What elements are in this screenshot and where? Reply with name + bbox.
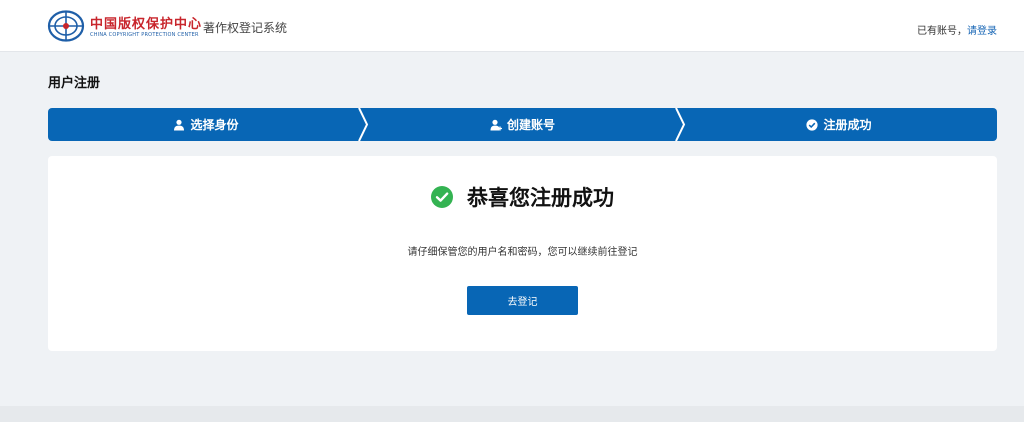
logo-chinese-text: 中国版权保护中心 (90, 17, 203, 32)
footer-band (0, 406, 1024, 422)
user-add-icon (490, 119, 502, 130)
user-icon (174, 119, 185, 130)
system-name: 著作权登记系统 (203, 21, 288, 35)
login-link[interactable]: 请登录 (967, 26, 997, 37)
success-title: 恭喜您注册成功 (467, 186, 614, 210)
cpcc-emblem-icon (47, 10, 85, 42)
success-hint: 请仔细保管您的用户名和密码，您可以继续前往登记 (407, 247, 638, 258)
page-title: 用户注册 (48, 76, 101, 91)
top-header: 中国版权保护中心 CHINA COPYRIGHT PROTECTION CENT… (0, 0, 1024, 52)
registration-steps: 选择身份 创建账号 注册成功 (48, 108, 997, 141)
success-check-icon (431, 186, 453, 208)
step-label: 选择身份 (190, 118, 239, 132)
logo-english-text: CHINA COPYRIGHT PROTECTION CENTER (90, 32, 199, 38)
account-prompt: 已有账号， (917, 26, 967, 37)
success-heading: 恭喜您注册成功 (48, 184, 997, 210)
step-registration-success: 注册成功 (681, 108, 997, 141)
success-card: 恭喜您注册成功 请仔细保管您的用户名和密码，您可以继续前往登记 去登记 (48, 156, 997, 351)
go-register-button[interactable]: 去登记 (467, 286, 578, 315)
account-area: 已有账号，请登录 (917, 22, 997, 37)
step-select-identity: 选择身份 (48, 108, 364, 141)
step-create-account: 创建账号 (364, 108, 681, 141)
step-label: 注册成功 (823, 118, 872, 132)
step-label: 创建账号 (506, 118, 555, 132)
check-circle-icon (806, 118, 819, 131)
